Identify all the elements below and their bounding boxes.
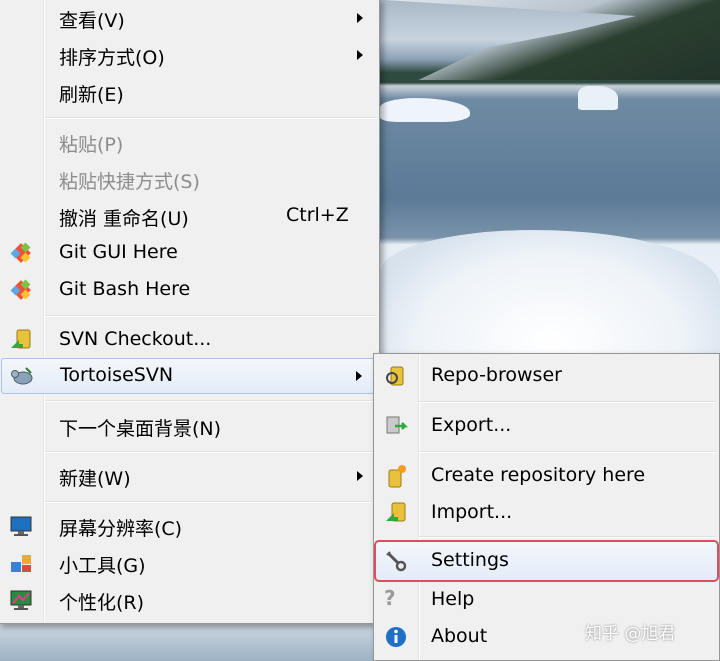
wallpaper-mountain	[385, 0, 720, 80]
monitor-icon	[10, 516, 32, 536]
help-icon: ?	[384, 586, 396, 610]
menu-item-paste-shortcut: 粘贴快捷方式(S)	[1, 162, 377, 196]
menu-item-next-background[interactable]: 下一个桌面背景(N)	[1, 409, 377, 443]
submenu-item-repo-browser[interactable]: Repo-browser	[376, 359, 717, 393]
menu-item-label: Repo-browser	[431, 364, 562, 386]
menu-item-label: About	[431, 625, 488, 647]
tortoisesvn-submenu: Repo-browser Export... Create repository…	[373, 353, 720, 661]
menu-item-label: 查看(V)	[59, 10, 125, 32]
create-repo-icon	[388, 465, 406, 488]
menu-item-new[interactable]: 新建(W)	[1, 459, 377, 493]
submenu-item-help[interactable]: ? Help	[376, 583, 717, 617]
gadgets-icon	[11, 555, 31, 572]
menu-item-label: 粘贴(P)	[59, 134, 124, 156]
menu-item-label: SVN Checkout...	[59, 328, 212, 350]
menu-item-label: 屏幕分辨率(C)	[59, 518, 183, 540]
wallpaper-iceberg	[380, 230, 720, 370]
menu-separator	[418, 536, 716, 538]
git-icon	[10, 279, 31, 300]
wallpaper-ice-floe	[380, 98, 470, 122]
menu-item-label: 排序方式(O)	[59, 47, 165, 69]
menu-item-label: Export...	[431, 414, 512, 436]
menu-separator	[45, 117, 376, 119]
menu-item-tortoisesvn[interactable]: TortoiseSVN	[1, 358, 377, 394]
menu-item-shortcut: Ctrl+Z	[286, 204, 349, 226]
repo-browser-icon	[386, 366, 404, 386]
menu-item-refresh[interactable]: 刷新(E)	[1, 75, 377, 109]
menu-item-label: 个性化(R)	[59, 592, 145, 614]
submenu-item-settings[interactable]: Settings	[374, 540, 719, 582]
submenu-arrow-icon	[357, 50, 363, 60]
personalize-icon	[10, 590, 32, 610]
menu-item-label: 撤消 重命名(U)	[59, 208, 189, 230]
import-icon	[386, 502, 406, 522]
menu-item-label: Import...	[431, 501, 513, 523]
menu-item-label: 刷新(E)	[59, 84, 124, 106]
settings-icon	[386, 551, 407, 572]
svn-checkout-icon	[11, 329, 31, 349]
wallpaper-ice	[0, 622, 380, 661]
menu-item-view[interactable]: 查看(V)	[1, 1, 377, 35]
menu-item-label: Help	[431, 588, 475, 610]
menu-item-git-bash[interactable]: Git Bash Here	[1, 273, 377, 307]
menu-item-label: Create repository here	[431, 464, 646, 486]
menu-item-label: 新建(W)	[59, 468, 131, 490]
git-icon	[10, 242, 31, 263]
menu-item-undo-rename[interactable]: 撤消 重命名(U) Ctrl+Z	[1, 199, 377, 233]
submenu-item-export[interactable]: Export...	[376, 409, 717, 443]
menu-item-paste: 粘贴(P)	[1, 125, 377, 159]
menu-separator	[45, 501, 376, 503]
menu-item-label: TortoiseSVN	[60, 364, 174, 386]
submenu-item-create-repository[interactable]: Create repository here	[376, 459, 717, 493]
menu-item-label: Settings	[431, 549, 509, 571]
tortoisesvn-icon	[11, 367, 33, 385]
submenu-arrow-icon	[357, 471, 363, 481]
menu-item-label: Git Bash Here	[59, 278, 191, 300]
menu-item-git-gui[interactable]: Git GUI Here	[1, 236, 377, 270]
menu-item-screen-resolution[interactable]: 屏幕分辨率(C)	[1, 509, 377, 543]
menu-item-label: 粘贴快捷方式(S)	[59, 171, 200, 193]
menu-separator	[418, 401, 716, 403]
export-icon	[386, 416, 408, 434]
submenu-item-import[interactable]: Import...	[376, 496, 717, 530]
menu-item-label: 下一个桌面背景(N)	[59, 418, 222, 440]
menu-item-label: Git GUI Here	[59, 241, 178, 263]
submenu-arrow-icon	[356, 371, 362, 381]
menu-item-svn-checkout[interactable]: SVN Checkout...	[1, 323, 377, 357]
wallpaper-ice-floe	[578, 86, 618, 110]
submenu-arrow-icon	[357, 13, 363, 23]
menu-separator	[45, 451, 376, 453]
desktop-context-menu: 查看(V) 排序方式(O) 刷新(E) 粘贴(P) 粘贴快捷方式(S) 撤消 重…	[0, 0, 380, 624]
menu-item-sort-by[interactable]: 排序方式(O)	[1, 38, 377, 72]
menu-item-personalize[interactable]: 个性化(R)	[1, 583, 377, 617]
about-icon	[386, 627, 406, 647]
menu-item-gadgets[interactable]: 小工具(G)	[1, 546, 377, 580]
menu-separator	[418, 451, 716, 453]
menu-separator	[45, 400, 376, 402]
watermark-text: 知乎 @旭君	[585, 624, 676, 644]
menu-separator	[45, 315, 376, 317]
menu-item-label: 小工具(G)	[59, 555, 146, 577]
